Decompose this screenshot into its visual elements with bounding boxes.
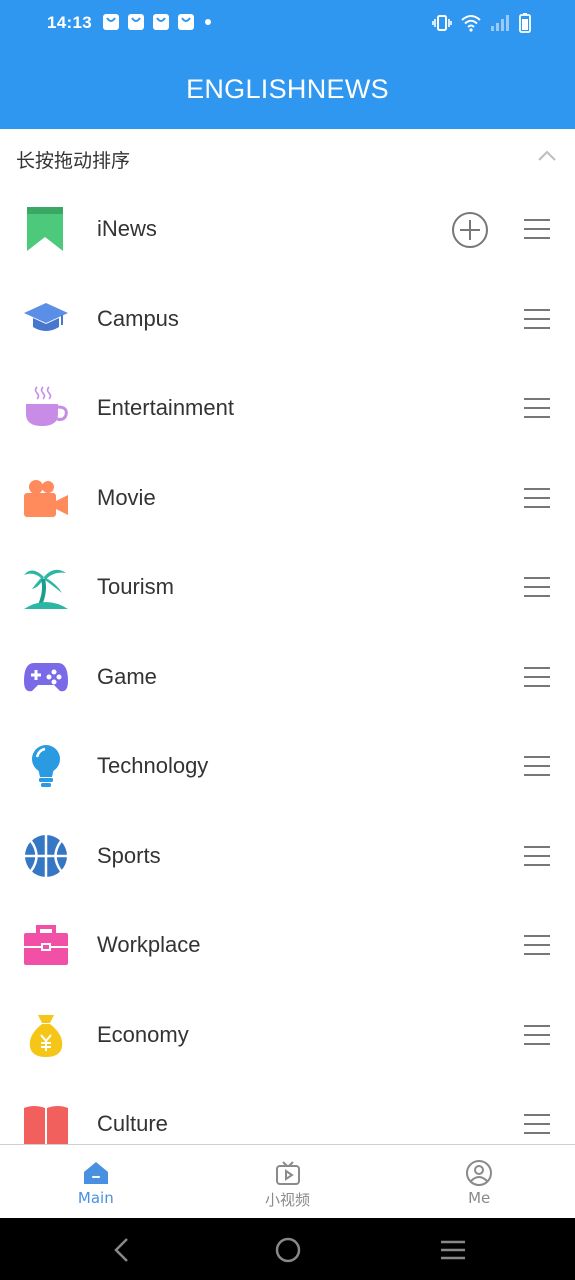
- channel-row-sports[interactable]: Sports: [0, 812, 575, 902]
- drag-handle-icon[interactable]: [523, 487, 551, 509]
- briefcase-icon: [24, 925, 68, 965]
- drag-handle-icon[interactable]: [523, 1113, 551, 1135]
- status-time: 14:13: [47, 13, 92, 32]
- signal-icon: [491, 15, 509, 31]
- basketball-icon: [25, 834, 67, 877]
- back-icon[interactable]: [107, 1235, 137, 1265]
- system-status-icons: [432, 13, 531, 33]
- channel-label: Entertainment: [97, 395, 234, 420]
- channel-label: Technology: [97, 753, 209, 778]
- battery-icon: [519, 13, 531, 33]
- graduation-cap-icon: [24, 302, 68, 331]
- sort-hint: 长按拖动排序: [16, 150, 131, 172]
- app-header: ENGLISHNEWS: [0, 48, 575, 129]
- home-icon: [83, 1162, 108, 1184]
- channel-row-game[interactable]: Game: [0, 633, 575, 723]
- lightbulb-icon: [32, 745, 60, 787]
- dot-icon: [205, 19, 211, 25]
- drag-handle-icon[interactable]: [523, 934, 551, 956]
- channel-row-technology[interactable]: Technology: [0, 722, 575, 812]
- drag-handle-icon[interactable]: [523, 576, 551, 598]
- movie-camera-icon: [24, 479, 68, 517]
- coffee-cup-icon: [26, 386, 68, 426]
- channel-row-entertainment[interactable]: Entertainment: [0, 364, 575, 454]
- channel-label: Workplace: [97, 932, 201, 957]
- home-button-icon[interactable]: [273, 1235, 303, 1265]
- gamepad-icon: [24, 662, 68, 691]
- book-icon: [24, 1106, 68, 1144]
- add-channel-button[interactable]: [451, 211, 489, 249]
- channel-label: Economy: [97, 1021, 189, 1047]
- channel-list: iNews Campus Entertainment Movie Tourism…: [0, 185, 575, 1144]
- app-title: ENGLISHNEWS: [186, 74, 389, 104]
- nav-item-me[interactable]: Me: [383, 1145, 575, 1218]
- drag-handle-icon[interactable]: [523, 218, 551, 240]
- channel-label: Game: [97, 663, 157, 689]
- nav-label: Me: [468, 1189, 491, 1207]
- channel-label: Campus: [97, 305, 179, 331]
- drag-handle-icon[interactable]: [523, 666, 551, 688]
- drag-handle-icon[interactable]: [523, 755, 551, 777]
- shopping-bag-icon: [153, 14, 169, 30]
- channel-row-movie[interactable]: Movie: [0, 454, 575, 544]
- channel-row-economy[interactable]: Economy: [0, 991, 575, 1081]
- nav-label: Main: [77, 1189, 114, 1207]
- chevron-up-icon[interactable]: [535, 144, 559, 168]
- channel-row-culture[interactable]: Culture: [0, 1080, 575, 1144]
- sort-bar: 长按拖动排序: [0, 129, 575, 185]
- drag-handle-icon[interactable]: [523, 845, 551, 867]
- channel-row-campus[interactable]: Campus: [0, 275, 575, 365]
- bookmark-icon: [27, 207, 63, 251]
- wifi-icon: [461, 15, 481, 32]
- shopping-bag-icon: [178, 14, 194, 30]
- drag-handle-icon[interactable]: [523, 1024, 551, 1046]
- user-icon: [466, 1160, 493, 1186]
- drag-handle-icon[interactable]: [523, 308, 551, 330]
- menu-icon[interactable]: [438, 1235, 468, 1265]
- channel-row-inews[interactable]: iNews: [0, 185, 575, 275]
- palm-tree-icon: [24, 569, 68, 609]
- channel-row-workplace[interactable]: Workplace: [0, 901, 575, 991]
- channel-label: Tourism: [97, 574, 175, 599]
- vibrate-icon: [432, 15, 452, 31]
- system-nav-bar: [0, 1218, 575, 1280]
- nav-label: 小视频: [265, 1191, 311, 1209]
- shopping-bag-icon: [128, 14, 144, 30]
- bottom-nav: Main 小视频 Me: [0, 1144, 575, 1218]
- channel-label: Sports: [97, 842, 161, 868]
- tv-video-icon: [275, 1161, 300, 1185]
- channel-row-tourism[interactable]: Tourism: [0, 543, 575, 633]
- nav-item-short-video[interactable]: 小视频: [192, 1145, 384, 1218]
- nav-item-main[interactable]: Main: [0, 1145, 192, 1218]
- status-bar: 14:13: [0, 0, 575, 48]
- notification-icons: [102, 13, 211, 31]
- channel-label: iNews: [97, 216, 157, 241]
- shopping-bag-icon: [103, 14, 119, 30]
- channel-label: Culture: [97, 1111, 168, 1136]
- channel-label: Movie: [97, 484, 156, 510]
- money-bag-icon: [29, 1014, 63, 1057]
- drag-handle-icon[interactable]: [523, 397, 551, 419]
